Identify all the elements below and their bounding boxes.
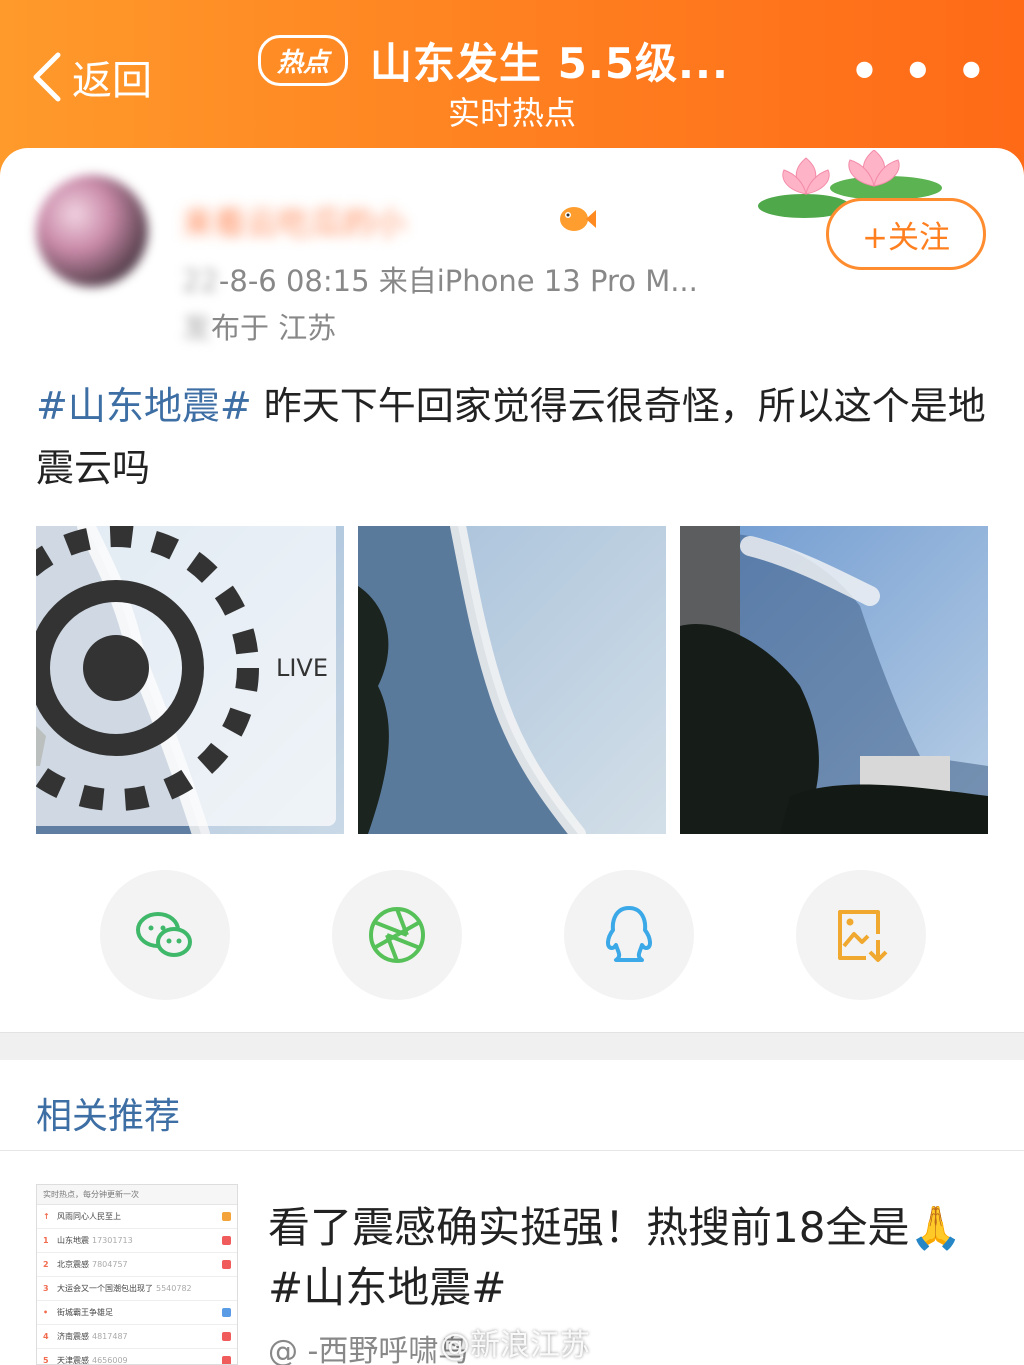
thumb-topic-name: 大运会又一个国潮包出现了 xyxy=(57,1284,153,1293)
related-author[interactable]: @ -西野呼啸鸟 xyxy=(268,1326,468,1365)
username[interactable]: 来看云吃瓜的小 xyxy=(182,198,406,244)
sky-photo-3 xyxy=(680,526,988,834)
save-image-button[interactable] xyxy=(796,870,926,1000)
share-qq-button[interactable] xyxy=(564,870,694,1000)
section-divider xyxy=(0,1032,1024,1060)
wechat-icon xyxy=(136,912,192,957)
thumb-row: 2 北京震感 7804757 xyxy=(37,1253,237,1277)
related-title[interactable]: 看了震感确实挺强！热搜前18全是🙏#山东地震# xyxy=(268,1198,968,1318)
thumb-topic: 济南震感 4817487 xyxy=(57,1331,222,1342)
follow-button[interactable]: +关注 xyxy=(826,198,986,270)
live-label: LIVE xyxy=(275,654,328,682)
live-photo-badge: LIVE xyxy=(36,526,336,826)
thumb-topic: 风雨同心人民至上 xyxy=(57,1211,222,1222)
thumb-rank: ↑ xyxy=(43,1212,50,1221)
thumb-topic: 街城霸王争雄足 xyxy=(57,1307,222,1318)
thumb-topic: 北京震感 7804757 xyxy=(57,1259,222,1270)
thumb-topic: 大运会又一个国潮包出现了 5540782 xyxy=(57,1283,222,1294)
thumb-tag-icon xyxy=(222,1332,231,1341)
thumb-rank: 5 xyxy=(43,1356,49,1365)
thumb-count: 4656009 xyxy=(92,1356,128,1365)
thumb-row: 3 大运会又一个国潮包出现了 5540782 xyxy=(37,1277,237,1301)
thumb-rank: • xyxy=(43,1308,49,1317)
watermark: @新浪江苏 xyxy=(440,1328,590,1363)
thumb-rank: 1 xyxy=(43,1236,49,1245)
post-location-blurred: 发 xyxy=(182,311,212,345)
section-line xyxy=(0,1150,1024,1151)
thumb-tag-icon xyxy=(222,1260,231,1269)
thumb-count: 7804757 xyxy=(92,1260,128,1269)
post-location-text: 布于 江苏 xyxy=(211,311,337,345)
post-date-source: -8-6 08:15 来自iPhone 13 Pro M... xyxy=(218,264,698,298)
hot-badge: 热点 xyxy=(258,35,349,86)
moments-icon xyxy=(369,907,425,963)
thumb-tag-icon xyxy=(222,1356,231,1364)
thumb-tag-icon xyxy=(222,1308,231,1317)
thumb-topic-name: 山东地震 xyxy=(57,1236,89,1245)
thumb-row: ↑ 风雨同心人民至上 xyxy=(37,1205,237,1229)
hashtag-link[interactable]: #山东地震# xyxy=(36,384,252,428)
more-menu-button[interactable]: • • • xyxy=(850,48,990,94)
thumb-topic-name: 街城霸王争雄足 xyxy=(57,1308,113,1317)
thumb-tag-icon xyxy=(222,1236,231,1245)
post-body: #山东地震# 昨天下午回家觉得云很奇怪，所以这个是地震云吗 xyxy=(36,375,986,499)
related-thumbnail[interactable]: 实时热点，每分钟更新一次 ↑ 风雨同心人民至上 1 山东地震 17301713 2 北京震感… xyxy=(36,1184,238,1365)
share-moments-button[interactable] xyxy=(332,870,462,1000)
thumb-topic-name: 济南震感 xyxy=(57,1332,89,1341)
thumb-rank: 4 xyxy=(43,1332,49,1341)
related-section-title: 相关推荐 xyxy=(36,1096,181,1137)
thumb-topic: 天津震感 4656009 xyxy=(57,1355,222,1365)
thumb-topic-name: 天津震感 xyxy=(57,1356,89,1365)
post-meta: 22-8-6 08:15 来自iPhone 13 Pro M... xyxy=(182,258,698,300)
thumb-topic-name: 风雨同心人民至上 xyxy=(57,1212,121,1221)
thumb-row: 1 山东地震 17301713 xyxy=(37,1229,237,1253)
thumb-count: 5540782 xyxy=(156,1284,192,1293)
thumb-rank: 2 xyxy=(43,1260,49,1269)
live-photo-icon xyxy=(36,526,259,811)
sky-photo-2 xyxy=(358,526,666,834)
save-image-icon xyxy=(838,910,888,962)
share-wechat-button[interactable] xyxy=(100,870,230,1000)
title-area: 热点 山东发生 5.5级... xyxy=(258,30,729,91)
thumb-header: 实时热点，每分钟更新一次 xyxy=(37,1185,237,1205)
qq-icon xyxy=(606,906,652,962)
thumb-row: 5 天津震感 4656009 xyxy=(37,1349,237,1365)
thumb-rank: 3 xyxy=(43,1284,49,1293)
post-photo-3[interactable] xyxy=(680,526,988,834)
post-photo-1[interactable]: LIVE xyxy=(36,526,344,834)
page-title: 山东发生 5.5级... xyxy=(370,39,729,88)
thumb-topic: 山东地震 17301713 xyxy=(57,1235,222,1246)
thumb-topic-name: 北京震感 xyxy=(57,1260,89,1269)
thumb-row: 4 济南震感 4817487 xyxy=(37,1325,237,1349)
thumb-count: 4817487 xyxy=(92,1332,128,1341)
avatar[interactable] xyxy=(36,175,148,287)
post-photo-2[interactable] xyxy=(358,526,666,834)
post-location: 发布于 江苏 xyxy=(182,305,336,347)
thumb-tag-icon xyxy=(222,1212,231,1221)
thumb-rows: ↑ 风雨同心人民至上 1 山东地震 17301713 2 北京震感 7804757 3 大运会又一… xyxy=(37,1205,237,1365)
post-date-blurred: 22 xyxy=(182,264,219,298)
thumb-row: • 街城霸王争雄足 xyxy=(37,1301,237,1325)
fish-badge-icon xyxy=(560,207,596,231)
thumb-count: 17301713 xyxy=(92,1236,133,1245)
